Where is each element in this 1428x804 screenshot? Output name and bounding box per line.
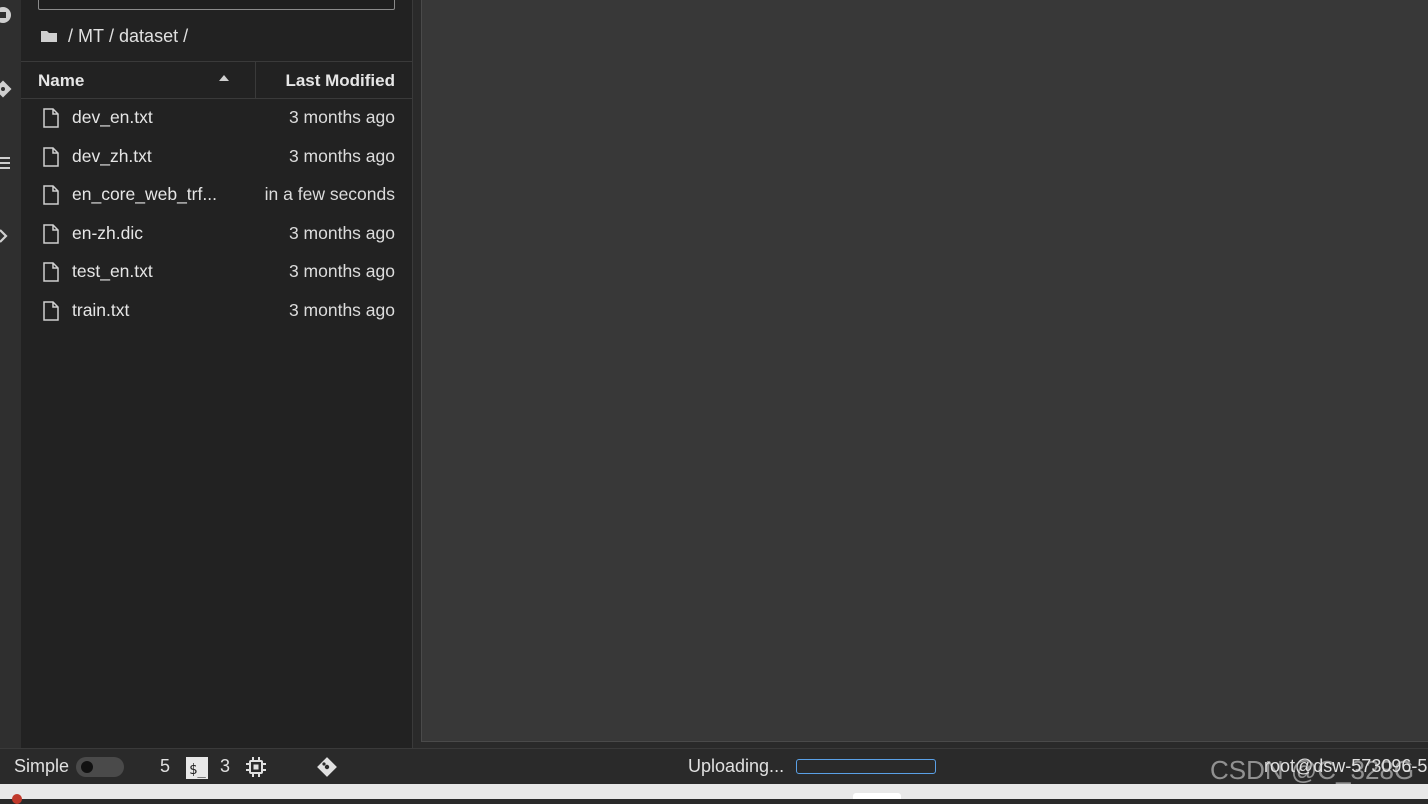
breadcrumb-mt[interactable]: MT (78, 26, 104, 47)
file-modified: 3 months ago (288, 107, 395, 127)
breadcrumb-root: / (63, 25, 79, 46)
file-name: en_core_web_trf... (72, 184, 217, 205)
editor-pane[interactable] (421, 0, 1428, 742)
git-icon[interactable] (0, 78, 12, 100)
file-modified: 3 months ago (288, 299, 395, 320)
file-row[interactable]: en_core_web_trf... in a few seconds (21, 175, 412, 214)
file-modified: 3 months ago (288, 145, 395, 166)
file-name: test_en.txt (72, 261, 153, 282)
file-name: train.txt (72, 299, 130, 320)
upload-status: Uploading... (688, 756, 785, 776)
git-icon[interactable] (315, 755, 339, 784)
column-name-label: Name (38, 71, 85, 90)
file-icon (43, 224, 59, 244)
main-area (413, 0, 1428, 748)
simple-mode-toggle[interactable] (76, 757, 124, 777)
toc-icon[interactable] (0, 152, 12, 174)
terminal-icon[interactable]: $_ (186, 757, 208, 784)
upload-progress-bar (796, 759, 936, 774)
column-name-header[interactable]: Name (21, 62, 256, 98)
kernel-count[interactable]: 5 (160, 756, 170, 777)
sort-ascending-icon (219, 75, 229, 81)
svg-text:$_: $_ (189, 762, 206, 778)
file-name: en-zh.dic (72, 222, 144, 243)
file-list-header: Name Last Modified (21, 61, 412, 99)
file-browser: / MT / dataset / Name Last Modified dev_… (21, 0, 413, 748)
file-row[interactable]: en-zh.dic 3 months ago (21, 214, 412, 253)
column-modified-label: Last Modified (285, 71, 395, 90)
breadcrumb: / MT / dataset / (41, 22, 188, 50)
file-modified: in a few seconds (264, 184, 395, 205)
file-icon (43, 301, 59, 321)
file-modified: 3 months ago (288, 222, 395, 243)
simple-mode-label: Simple (14, 756, 70, 776)
file-icon (43, 146, 59, 167)
file-filter-input[interactable] (38, 0, 395, 10)
breadcrumb-dataset[interactable]: dataset (119, 26, 178, 47)
toggle-knob (81, 761, 93, 773)
file-name: dev_en.txt (72, 107, 153, 127)
file-modified: 3 months ago (288, 261, 395, 282)
running-icon[interactable] (0, 4, 12, 26)
file-icon (43, 262, 59, 283)
extension-icon[interactable] (0, 225, 12, 247)
terminal-count[interactable]: 3 (220, 756, 230, 777)
watermark: CSDN @C_328G (1210, 755, 1415, 785)
breadcrumb-sep: / (178, 25, 189, 46)
taskbar-tab (853, 793, 901, 799)
file-list: dev_en.txt 3 months ago dev_zh.txt 3 mon… (21, 98, 412, 330)
file-row[interactable]: dev_zh.txt 3 months ago (21, 137, 412, 176)
taskbar-strip (0, 784, 1428, 804)
file-icon (43, 108, 59, 128)
file-row[interactable]: test_en.txt 3 months ago (21, 252, 412, 291)
breadcrumb-sep: / (104, 25, 120, 46)
file-name: dev_zh.txt (72, 145, 152, 166)
record-icon (12, 794, 22, 804)
activity-bar (0, 0, 22, 748)
folder-icon[interactable] (41, 30, 57, 42)
file-icon (43, 185, 59, 205)
file-row[interactable]: train.txt 3 months ago (21, 291, 412, 330)
file-row[interactable]: dev_en.txt 3 months ago (21, 98, 412, 137)
cpu-icon[interactable] (246, 757, 266, 782)
